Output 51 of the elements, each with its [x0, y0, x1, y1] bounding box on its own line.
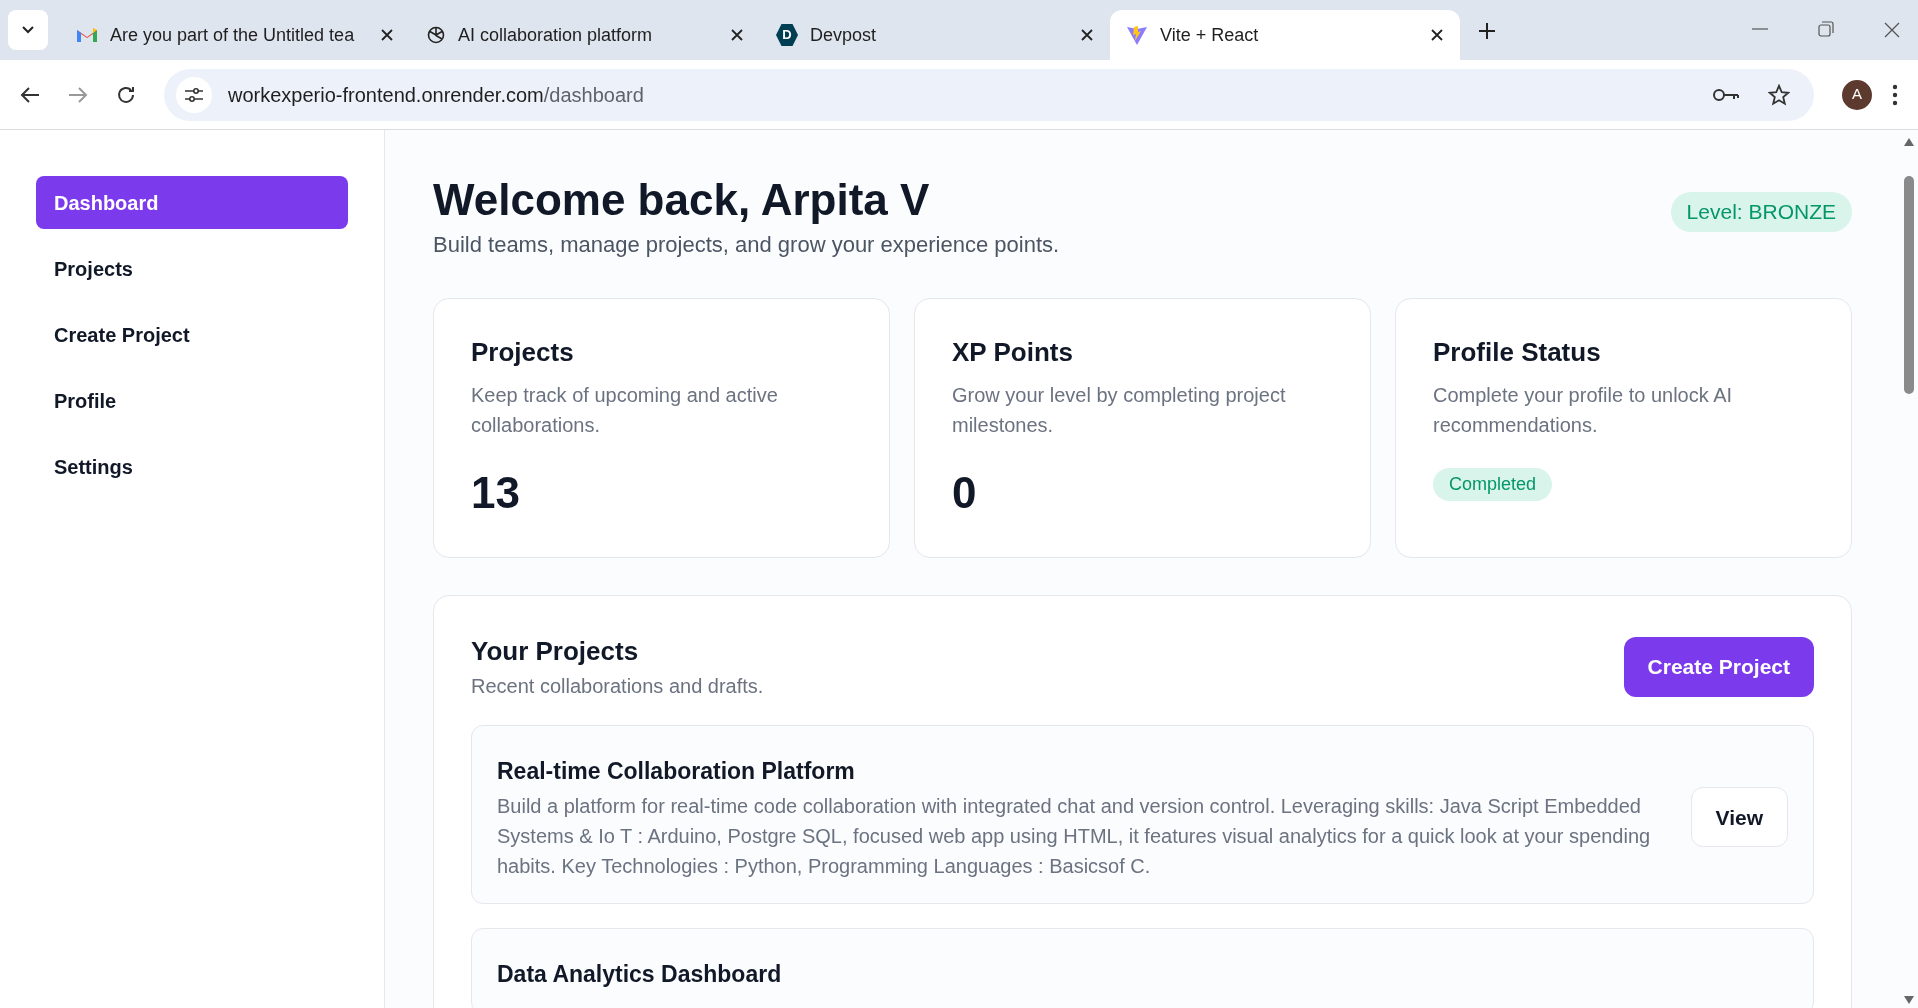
sidebar-item[interactable]: Create Project: [36, 308, 348, 361]
welcome-heading: Welcome back, Arpita V: [433, 174, 931, 226]
card-description: Complete your profile to unlock AI recommendations.: [1433, 383, 1734, 438]
sidebar-item[interactable]: Dashboard: [36, 176, 348, 229]
mail-icon: [76, 27, 98, 43]
welcome-subtitle: Build teams, manage projects, and grow your experience points.: [433, 231, 1060, 259]
more-icon[interactable]: [1892, 83, 1898, 106]
lightning-icon: [1126, 24, 1148, 46]
sidebar-item[interactable]: Profile: [36, 374, 348, 427]
tab-title: Devpost: [810, 23, 878, 47]
restore-icon[interactable]: [1818, 21, 1834, 37]
sidebar-item[interactable]: Settings: [36, 440, 348, 493]
section-subtitle: Recent collaborations and drafts.: [471, 674, 764, 699]
avatar[interactable]: A: [1842, 79, 1872, 110]
tab-title: Are you part of the Untitled tea: [110, 23, 356, 47]
url-text: workexperio-frontend.onrender.com/dashboard: [228, 82, 645, 108]
level-badge: Level: BRONZE: [1670, 192, 1852, 232]
create-project-button[interactable]: Create Project: [1623, 636, 1814, 697]
project-description: Build a platform for real-time code collaboration with integrated chat and version control. Leveraging skills: Java Script Embedded Systems & Io T : Arduino, Postgre SQL, focused web app using HTML, it features visual analytics for a quick look at your spending habits. Key Technologies : Python, Programming Languages : Basicsof C.: [497, 793, 1652, 879]
card-description: Keep track of upcoming and active collaborations.: [471, 383, 779, 438]
browser-tab[interactable]: Vite + React: [1110, 10, 1460, 60]
project-title: Real-time Collaboration Platform: [497, 757, 856, 786]
stat-value: 13: [471, 467, 521, 519]
close-icon[interactable]: [730, 28, 744, 42]
stat-value: 0: [952, 467, 978, 519]
close-icon[interactable]: [380, 28, 394, 42]
close-icon[interactable]: [1080, 28, 1094, 42]
scroll-down-icon[interactable]: [1904, 996, 1914, 1004]
tab-title: AI collaboration platform: [458, 23, 654, 47]
scroll-up-icon[interactable]: [1904, 138, 1914, 146]
card-title: Projects: [471, 336, 575, 369]
card-title: XP Points: [952, 336, 1074, 369]
sidebar-item[interactable]: Projects: [36, 242, 348, 295]
site-info-icon[interactable]: [176, 76, 212, 113]
card-description: Grow your level by completing project milestones.: [952, 383, 1287, 438]
card-title: Profile Status: [1433, 336, 1602, 369]
close-icon[interactable]: [1430, 28, 1444, 42]
back-arrow-icon[interactable]: [20, 85, 40, 104]
star-icon[interactable]: [1768, 83, 1790, 106]
new-tab-icon[interactable]: [1478, 22, 1496, 40]
view-button[interactable]: View: [1690, 787, 1788, 848]
scroll-thumb[interactable]: [1904, 176, 1914, 394]
tab-title: Vite + React: [1160, 23, 1260, 47]
chevron-down-icon: [21, 25, 35, 35]
reload-icon[interactable]: [116, 84, 136, 105]
address-bar[interactable]: workexperio-frontend.onrender.com/dashboard: [164, 68, 1814, 121]
section-title: Your Projects: [471, 635, 640, 668]
project-title: Data Analytics Dashboard: [497, 959, 783, 989]
key-icon[interactable]: [1712, 86, 1740, 103]
forward-arrow-icon[interactable]: [68, 85, 88, 104]
status-badge: Completed: [1433, 468, 1553, 501]
